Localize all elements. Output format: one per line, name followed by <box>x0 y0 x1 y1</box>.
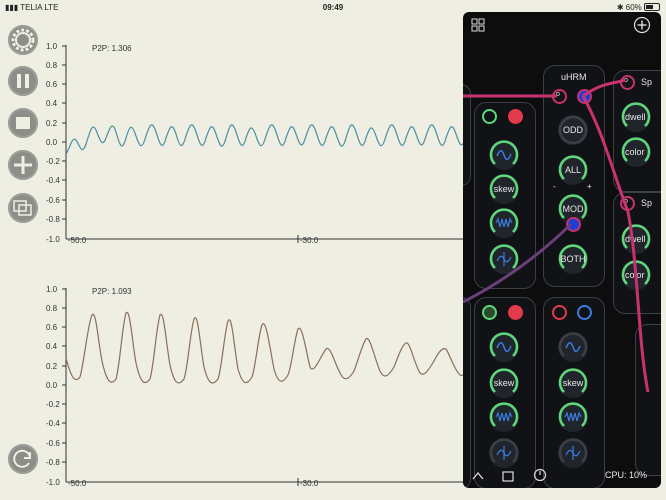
refresh-button[interactable] <box>8 444 38 474</box>
scope-bottom: 1.0 0.8 0.6 0.4 0.2 0.0 -0.2 -0.4 -0.6 -… <box>44 283 475 493</box>
battery-icon <box>644 3 660 11</box>
stop-icon <box>16 117 30 129</box>
y-tick: -0.4 <box>46 419 60 428</box>
p2p-readout: P2P: 1.093 <box>92 287 132 296</box>
y-tick: -0.2 <box>46 157 60 166</box>
y-tick: 0.4 <box>46 99 58 108</box>
collapse-icon[interactable] <box>471 468 485 482</box>
scope-bottom-trace <box>65 311 475 384</box>
y-tick: -0.8 <box>46 458 60 467</box>
plus-icon <box>14 156 32 174</box>
x-tick: -30.0 <box>300 479 319 488</box>
y-tick: 0.6 <box>46 323 58 332</box>
scope-top: 1.0 0.8 0.6 0.4 0.2 0.0 -0.2 -0.4 -0.6 -… <box>44 40 474 250</box>
y-tick: -0.8 <box>46 215 60 224</box>
p2p-readout: P2P: 1.306 <box>92 44 132 53</box>
status-right: ✱ 60% <box>617 3 660 12</box>
refresh-icon <box>13 449 31 468</box>
y-tick: -0.4 <box>46 176 60 185</box>
y-tick: 0.8 <box>46 61 58 70</box>
y-tick: 0.2 <box>46 362 58 371</box>
stop-button[interactable] <box>8 108 38 138</box>
y-tick: -0.2 <box>46 400 60 409</box>
scope-top-grid <box>62 45 474 243</box>
y-tick: -1.0 <box>46 235 60 244</box>
pause-button[interactable] <box>8 66 38 96</box>
scope-bottom-grid <box>62 288 475 486</box>
y-tick: 1.0 <box>46 42 58 51</box>
windows-button[interactable] <box>8 193 38 223</box>
cpu-readout: CPU: 10% <box>605 470 648 480</box>
x-tick: -50.0 <box>68 479 87 488</box>
x-tick: -30.0 <box>300 236 319 245</box>
y-tick: 0.2 <box>46 119 58 128</box>
battery-percent: 60% <box>625 3 642 12</box>
scope-top-trace <box>65 124 467 155</box>
patch-cables <box>463 78 650 393</box>
y-tick: -1.0 <box>46 478 60 487</box>
module-rack-panel[interactable]: uHRM o ODD ALL - + MOD BOTH o Sp dwell c… <box>463 12 661 488</box>
gear-icon <box>11 28 35 52</box>
windows-icon <box>13 200 32 216</box>
share-icon[interactable] <box>501 468 515 482</box>
y-tick: -0.6 <box>46 196 60 205</box>
y-tick: 0.0 <box>46 381 58 390</box>
y-tick: 1.0 <box>46 285 58 294</box>
y-tick: 0.0 <box>46 138 58 147</box>
y-tick: 0.8 <box>46 304 58 313</box>
y-tick: 0.4 <box>46 342 58 351</box>
x-tick: -50.0 <box>68 236 87 245</box>
pause-icon <box>17 74 29 88</box>
add-button[interactable] <box>8 150 38 180</box>
settings-button[interactable] <box>8 25 38 55</box>
timer-icon[interactable] <box>533 468 547 482</box>
clock: 09:49 <box>322 3 344 12</box>
y-tick: 0.6 <box>46 80 58 89</box>
bluetooth-icon: ✱ <box>616 3 624 12</box>
y-tick: -0.6 <box>46 439 60 448</box>
